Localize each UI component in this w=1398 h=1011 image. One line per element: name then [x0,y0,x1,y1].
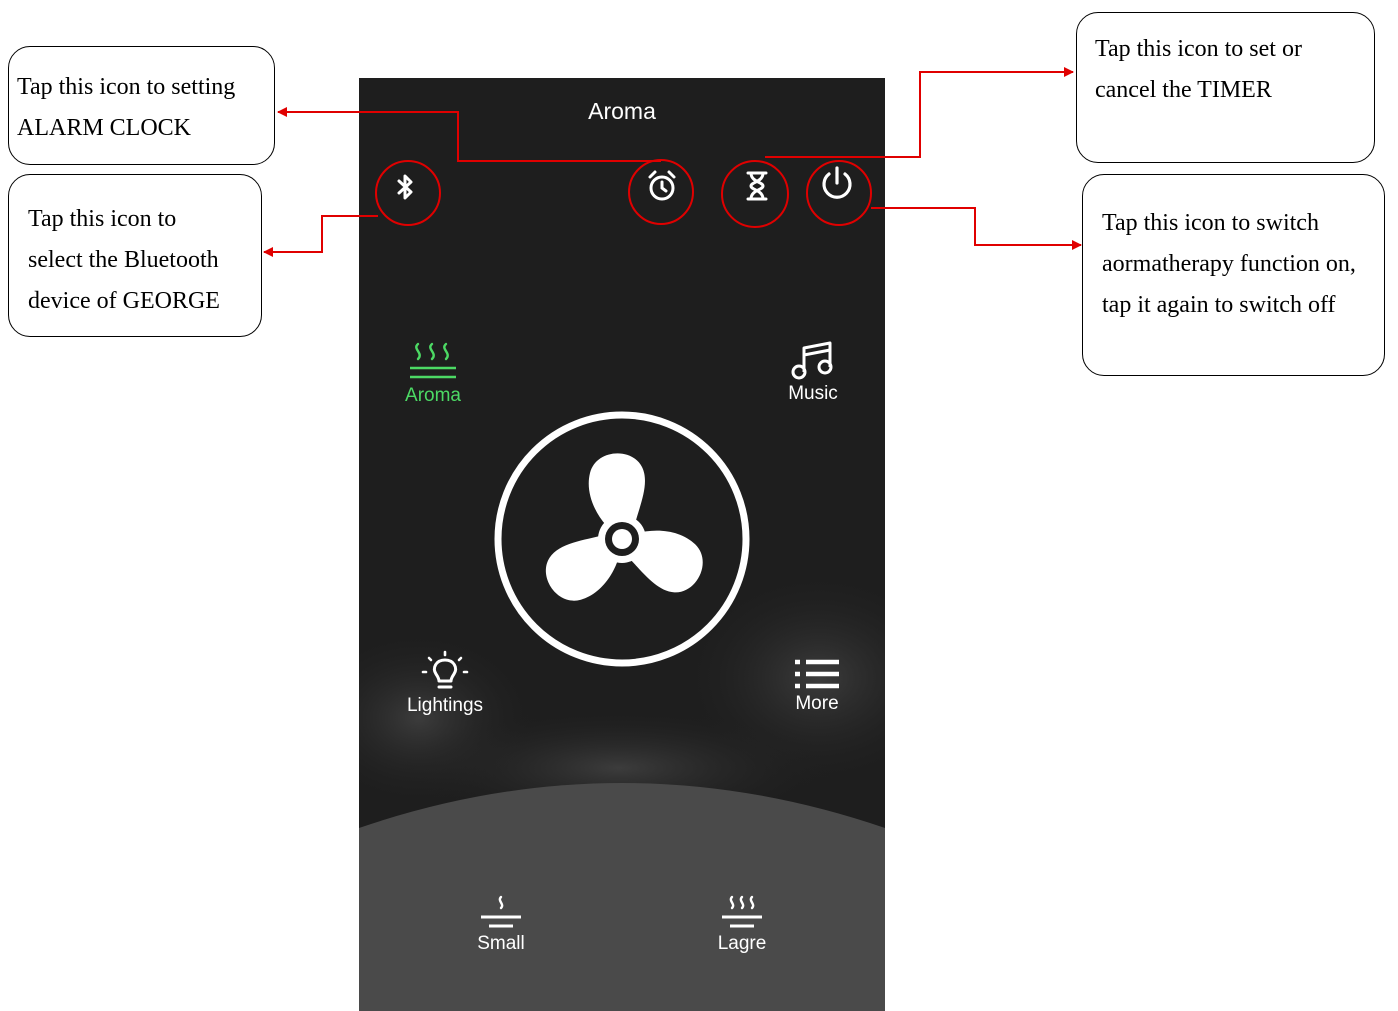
mist-large-icon [722,895,762,928]
fan-button[interactable] [492,409,752,669]
music-note-icon [791,341,833,380]
mist-level-large-label: Lagre [717,933,767,954]
steam-waves-icon [410,342,456,379]
hourglass-timer-icon [746,171,768,201]
bluetooth-icon [397,174,413,200]
aroma-app-screen: Aroma Aroma Music Lightings More Small L… [359,78,885,1011]
mist-level-panel [359,783,885,1011]
bluetooth-button[interactable] [380,162,430,212]
timer-callout-line-2: cancel the TIMER [1095,77,1272,103]
bluetooth-callout-line-2: select the Bluetooth [28,247,219,273]
bluetooth-callout-line-3: device of GEORGE [28,288,220,314]
alarm-callout: Tap this icon to setting ALARM CLOCK [8,46,275,165]
bluetooth-callout-line-1: Tap this icon to [28,206,177,232]
power-callout: Tap this icon to switch aormatherapy fun… [1082,174,1385,376]
mist-level-large[interactable]: Lagre [706,894,778,955]
mode-aroma-label: Aroma [405,385,461,406]
light-bulb-icon [421,650,469,689]
mist-small-icon [481,895,521,928]
alarm-callout-line-1: Tap this icon to setting [17,74,236,100]
bluetooth-callout: Tap this icon to select the Bluetooth de… [8,174,262,337]
mode-lightings[interactable]: Lightings [399,650,491,717]
list-menu-icon [795,659,839,689]
timer-callout: Tap this icon to set or cancel the TIMER [1076,12,1375,163]
fan-icon [494,411,750,667]
alarm-callout-line-2: ALARM CLOCK [17,115,192,141]
power-button[interactable] [812,159,862,209]
timer-button[interactable] [732,161,782,211]
mist-level-small[interactable]: Small [465,894,537,955]
mode-more-label: More [795,693,839,714]
mode-music-label: Music [788,383,838,404]
power-callout-line-1: Tap this icon to switch [1102,210,1319,236]
alarm-clock-button[interactable] [637,161,687,211]
mode-music[interactable]: Music [775,340,851,405]
power-arrow [871,207,1082,250]
power-icon [822,166,852,199]
power-callout-line-2: aormatherapy function on, [1102,251,1356,277]
page-title: Aroma [588,98,656,124]
mode-aroma[interactable]: Aroma [395,340,471,407]
timer-callout-line-1: Tap this icon to set or [1095,36,1302,62]
mode-lightings-label: Lightings [406,695,484,716]
power-callout-line-3: tap it again to switch off [1102,292,1336,318]
alarm-clock-icon [648,170,676,201]
mist-level-small-label: Small [477,933,525,954]
mode-more[interactable]: More [777,658,857,715]
